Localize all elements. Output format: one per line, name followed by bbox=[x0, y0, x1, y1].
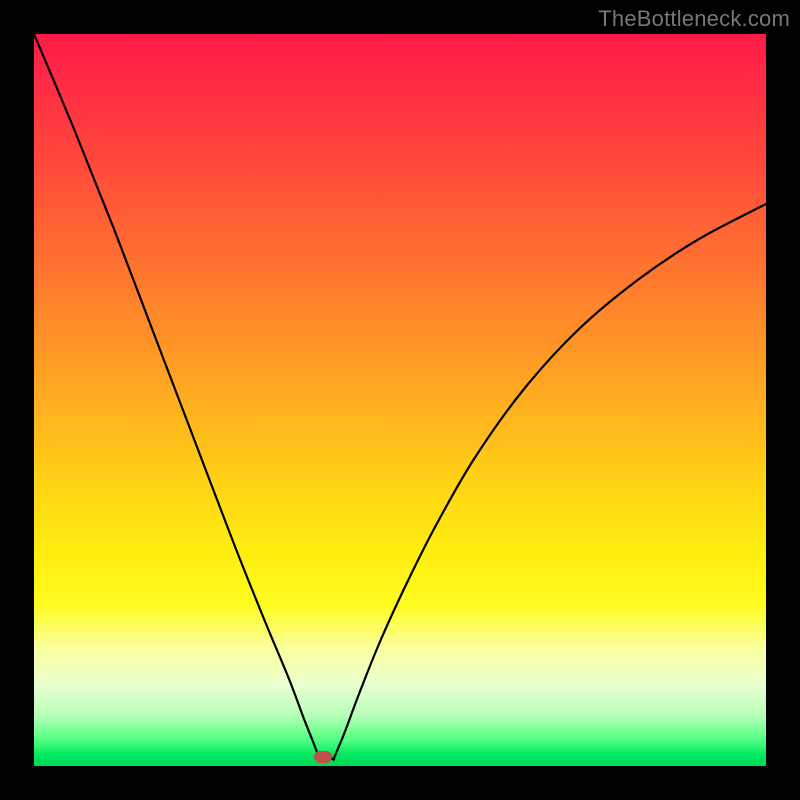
optimal-point-marker bbox=[314, 751, 332, 763]
plot-area bbox=[34, 34, 766, 766]
chart-frame: TheBottleneck.com bbox=[0, 0, 800, 800]
watermark-text: TheBottleneck.com bbox=[598, 6, 790, 32]
bottleneck-gradient-background bbox=[34, 34, 766, 766]
